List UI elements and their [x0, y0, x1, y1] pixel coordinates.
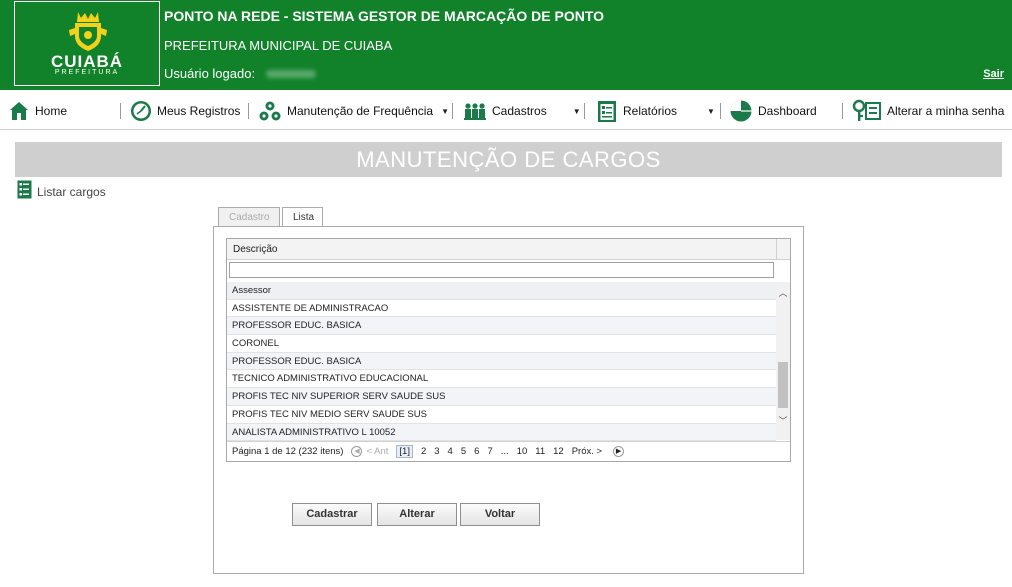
logout-link[interactable]: Sair	[983, 68, 1004, 80]
menu-home[interactable]: Home	[8, 97, 67, 125]
main-menu: Home Meus Registros Manutenção de Frequê…	[0, 92, 1012, 130]
cuiaba-logo: CUIABÁ PREFEITURA	[14, 1, 160, 86]
menu-relatorios[interactable]: Relatórios ▼	[596, 97, 715, 125]
menu-divider	[452, 103, 453, 119]
logged-user-label: Usuário logado:	[164, 66, 256, 81]
column-header-spacer	[776, 239, 790, 260]
menu-divider	[248, 103, 249, 119]
menu-meus-registros-label: Meus Registros	[157, 104, 241, 118]
tab-lista[interactable]: Lista	[282, 207, 323, 228]
chevron-down-icon: ▼	[441, 106, 450, 116]
tab-cadastro[interactable]: Cadastro	[218, 207, 280, 227]
pager-page-3[interactable]: 3	[434, 446, 439, 457]
pager-summary: Página 1 de 12 (232 itens)	[232, 446, 344, 457]
logo-text: CUIABÁ	[50, 52, 124, 71]
chevron-down-icon: ▼	[707, 106, 715, 116]
menu-divider	[120, 103, 121, 119]
chevron-down-icon: ▼	[572, 106, 581, 116]
menu-alterar-senha-label: Alterar a minha senha	[887, 104, 1005, 118]
menu-dashboard[interactable]: Dashboard	[729, 97, 817, 125]
people-icon	[464, 103, 486, 120]
home-icon	[10, 102, 28, 120]
table-row[interactable]: CORONEL	[227, 335, 776, 353]
menu-home-label: Home	[35, 104, 68, 118]
pager-prev: ◀ < Ant	[351, 445, 389, 457]
menu-manutencao-frequencia-label: Manutenção de Frequência	[287, 104, 434, 118]
table-row[interactable]: ASSISTENTE DE ADMINISTRACAO	[227, 300, 776, 318]
menu-divider	[584, 103, 585, 119]
next-circle-icon: ▶	[613, 445, 625, 457]
menu-cadastros[interactable]: Cadastros ▼	[463, 97, 581, 125]
grid-rows: Assessor ASSISTENTE DE ADMINISTRACAO PRO…	[227, 282, 776, 442]
menu-dashboard-label: Dashboard	[758, 104, 817, 118]
crest-icon	[69, 12, 107, 51]
table-row[interactable]: Assessor	[227, 282, 776, 300]
page-title: MANUTENÇÃO DE CARGOS	[15, 142, 1002, 177]
key-icon	[852, 99, 881, 121]
menu-alterar-senha[interactable]: Alterar a minha senha	[852, 97, 1004, 125]
pager-prev-label: < Ant	[366, 446, 389, 457]
clock-icon	[131, 101, 151, 121]
cadastrar-button[interactable]: Cadastrar	[292, 503, 372, 526]
menu-manutencao-frequencia[interactable]: Manutenção de Frequência ▼	[258, 97, 449, 125]
gears-icon	[259, 101, 281, 121]
scroll-down-icon[interactable]: ﹀	[776, 416, 790, 428]
menu-divider	[842, 103, 843, 119]
voltar-button[interactable]: Voltar	[460, 503, 540, 526]
tab-panel-lista: Descrição Assessor ASSISTENTE DE ADMINIS…	[213, 226, 804, 574]
logo-subtitle: PREFEITURA	[54, 69, 120, 76]
menu-cadastros-label: Cadastros	[492, 104, 547, 118]
scrollbar-thumb[interactable]	[778, 362, 788, 408]
table-row[interactable]: PROFESSOR EDUC. BASICA	[227, 352, 776, 371]
logged-user-name-redacted	[266, 70, 316, 78]
menu-meus-registros[interactable]: Meus Registros	[130, 97, 240, 125]
grid-scrollbar[interactable]: ︿ ﹀	[776, 282, 790, 440]
menu-relatorios-label: Relatórios	[623, 104, 678, 118]
report-icon	[598, 101, 616, 122]
pager-page-current: [1]	[396, 445, 413, 458]
system-title: PONTO NA REDE - SISTEMA GESTOR DE MARCAÇ…	[164, 8, 605, 24]
pager-page-6[interactable]: 6	[474, 446, 479, 457]
list-cargos-link[interactable]: Listar cargos	[17, 180, 106, 199]
table-row[interactable]: PROFIS TEC NIV SUPERIOR SERV SAUDE SUS	[227, 388, 776, 406]
app-header: CUIABÁ PREFEITURA PONTO NA REDE - SISTEM…	[0, 0, 1012, 90]
table-row[interactable]: PROFIS TEC NIV MEDIO SERV SAUDE SUS	[227, 406, 776, 424]
column-header-descricao[interactable]: Descrição	[227, 239, 776, 260]
grid-pager: Página 1 de 12 (232 itens) ◀ < Ant [1] 2 …	[227, 441, 790, 461]
list-icon	[17, 180, 32, 199]
list-cargos-label: Listar cargos	[37, 185, 106, 199]
cargos-grid: Descrição Assessor ASSISTENTE DE ADMINIS…	[226, 238, 791, 462]
table-row[interactable]: PROFESSOR EDUC. BASICA	[227, 317, 776, 336]
alterar-button[interactable]: Alterar	[377, 503, 457, 526]
pager-ellipsis: ...	[500, 446, 509, 457]
pager-page-5[interactable]: 5	[461, 446, 466, 457]
scroll-up-icon[interactable]: ︿	[776, 288, 790, 300]
pager-page-12[interactable]: 12	[553, 446, 564, 457]
menu-divider	[720, 103, 721, 119]
pager-page-4[interactable]: 4	[448, 446, 453, 457]
filter-descricao-input[interactable]	[229, 262, 774, 278]
system-subtitle: PREFEITURA MUNICIPAL DE CUIABA	[164, 38, 393, 53]
pager-next[interactable]: Próx. > ▶	[571, 445, 632, 457]
table-row[interactable]: TECNICO ADMINISTRATIVO EDUCACIONAL	[227, 370, 776, 389]
pager-page-11[interactable]: 11	[535, 446, 545, 457]
pager-page-7[interactable]: 7	[487, 446, 492, 457]
table-row[interactable]: ANALISTA ADMINISTRATIVO L 10052	[227, 423, 776, 442]
pager-page-2[interactable]: 2	[421, 446, 426, 457]
pager-page-10[interactable]: 10	[517, 446, 528, 457]
prev-circle-icon: ◀	[351, 445, 363, 457]
pie-chart-icon	[730, 100, 752, 122]
pager-next-label: Próx. >	[571, 446, 603, 457]
